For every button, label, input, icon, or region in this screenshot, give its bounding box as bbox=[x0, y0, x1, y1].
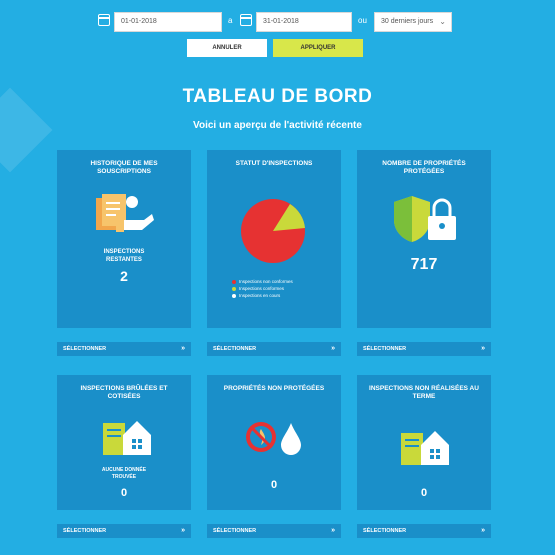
card-title: NOMBRE DE PROPRIÉTÉS PROTÉGÉES bbox=[382, 160, 466, 175]
page-subtitle: Voici un aperçu de l'activité récente bbox=[193, 120, 362, 131]
legend-dot bbox=[232, 293, 236, 298]
page-title: TABLEAU DE BORD bbox=[182, 86, 373, 107]
calendar-icon[interactable] bbox=[98, 14, 110, 26]
card-title: INSPECTIONS BRÛLÉES ET COTISÉES bbox=[80, 385, 168, 400]
unrealized-value: 0 bbox=[420, 487, 428, 499]
burned-value: 0 bbox=[120, 487, 128, 499]
unrealized-select-button[interactable]: SÉLECTIONNER » bbox=[357, 524, 491, 538]
status-select-button[interactable]: SÉLECTIONNER » bbox=[207, 342, 341, 356]
burned-inspections-card[interactable]: INSPECTIONS BRÛLÉES ET COTISÉES AUCUNE D… bbox=[57, 375, 191, 510]
no-data-label: AUCUNE DONNÉE TROUVÉE bbox=[101, 467, 147, 480]
date-from-input[interactable]: 01-01-2018 bbox=[114, 12, 222, 32]
legend-item: Inspections non conformes bbox=[232, 278, 293, 285]
legend-label: Inspections en cours bbox=[239, 293, 281, 298]
inspection-status-card[interactable]: STATUT D'INSPECTIONS Inspections non con… bbox=[207, 150, 341, 328]
protected-select-button[interactable]: SÉLECTIONNER » bbox=[357, 342, 491, 356]
house-document-icon bbox=[103, 421, 151, 455]
footer-label: SÉLECTIONNER bbox=[63, 528, 107, 534]
protected-count: 717 bbox=[410, 256, 438, 273]
footer-label: SÉLECTIONNER bbox=[213, 346, 257, 352]
pie-chart-icon bbox=[241, 199, 305, 263]
filter-bar: 01-01-2018 a 31-01-2018 ou 30 derniers j… bbox=[0, 10, 555, 36]
chevron-right-icon: » bbox=[331, 527, 335, 534]
legend-dot bbox=[232, 279, 236, 284]
shield-lock-icon bbox=[394, 196, 456, 242]
unprotected-properties-card[interactable]: PROPRIÉTÉS NON PROTÉGÉES 0 bbox=[207, 375, 341, 510]
period-separator: ou bbox=[358, 16, 367, 25]
chevron-down-icon: ⌄ bbox=[439, 17, 446, 26]
date-separator: a bbox=[228, 16, 233, 25]
documents-hand-icon bbox=[96, 194, 154, 232]
chevron-right-icon: » bbox=[181, 527, 185, 534]
protected-properties-card[interactable]: NOMBRE DE PROPRIÉTÉS PROTÉGÉES 717 bbox=[357, 150, 491, 328]
chevron-right-icon: » bbox=[481, 527, 485, 534]
card-title: INSPECTIONS NON RÉALISÉES AU TERME bbox=[369, 385, 479, 400]
chevron-right-icon: » bbox=[181, 345, 185, 352]
apply-button[interactable]: APPLIQUER bbox=[273, 39, 363, 57]
pie-legend: Inspections non conformes Inspections co… bbox=[232, 278, 293, 299]
chevron-right-icon: » bbox=[481, 345, 485, 352]
date-to-input[interactable]: 31-01-2018 bbox=[256, 12, 352, 32]
card-title: HISTORIQUE DE MES SOUSCRIPTIONS bbox=[90, 160, 158, 175]
cancel-button[interactable]: ANNULER bbox=[187, 39, 267, 57]
footer-label: SÉLECTIONNER bbox=[63, 346, 107, 352]
no-fire-water-icon bbox=[246, 422, 301, 455]
legend-item: Inspections en cours bbox=[232, 292, 293, 299]
legend-dot bbox=[232, 286, 236, 291]
unrealized-inspections-card[interactable]: INSPECTIONS NON RÉALISÉES AU TERME 0 bbox=[357, 375, 491, 510]
burned-select-button[interactable]: SÉLECTIONNER » bbox=[57, 524, 191, 538]
remaining-value: 2 bbox=[120, 268, 128, 284]
card-title: PROPRIÉTÉS NON PROTÉGÉES bbox=[223, 385, 325, 392]
footer-label: SÉLECTIONNER bbox=[213, 528, 257, 534]
subscriptions-select-button[interactable]: SÉLECTIONNER » bbox=[57, 342, 191, 356]
period-select-value: 30 derniers jours bbox=[381, 18, 434, 25]
legend-label: Inspections conformes bbox=[239, 286, 285, 291]
card-title: STATUT D'INSPECTIONS bbox=[235, 160, 313, 167]
chevron-right-icon: » bbox=[331, 345, 335, 352]
legend-label: Inspections non conformes bbox=[239, 279, 293, 284]
remaining-label: INSPECTIONS RESTANTES bbox=[103, 249, 145, 263]
footer-label: SÉLECTIONNER bbox=[363, 346, 407, 352]
period-select[interactable]: 30 derniers jours ⌄ bbox=[374, 12, 452, 32]
legend-item: Inspections conformes bbox=[232, 285, 293, 292]
subscriptions-card[interactable]: HISTORIQUE DE MES SOUSCRIPTIONS INSPECTI… bbox=[57, 150, 191, 328]
footer-label: SÉLECTIONNER bbox=[363, 528, 407, 534]
house-document-icon bbox=[401, 431, 449, 465]
unprotected-value: 0 bbox=[270, 479, 278, 491]
calendar-icon[interactable] bbox=[240, 14, 252, 26]
unprotected-select-button[interactable]: SÉLECTIONNER » bbox=[207, 524, 341, 538]
